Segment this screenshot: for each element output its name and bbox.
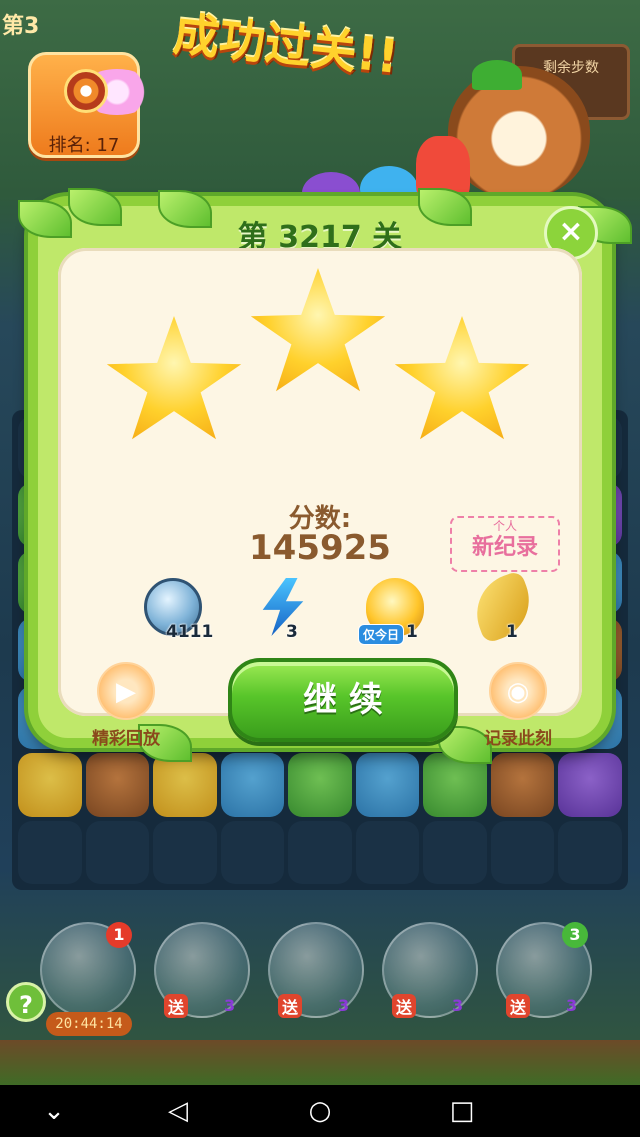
collapse-icon[interactable]: ⌄ [36, 1093, 72, 1129]
board-tile [355, 753, 420, 817]
reward-lightning: 3 [246, 578, 326, 644]
help-button[interactable]: ? [6, 982, 46, 1022]
booster-count-badge: 3 [562, 922, 588, 948]
reward-potion: 仅今日 1 [358, 578, 438, 645]
clover-emblem-icon [64, 69, 108, 113]
back-icon[interactable]: ◁ [160, 1093, 196, 1129]
gift-count: 3 [566, 996, 578, 1015]
star-icon [394, 316, 530, 440]
success-banner: 成功过关!! [170, 6, 402, 84]
reward-count: 3 [286, 622, 298, 642]
continue-button[interactable]: 继 续 [228, 658, 458, 742]
board-tile [85, 753, 150, 817]
board-tile [423, 820, 487, 884]
record-moment-label: 记录此刻 [484, 729, 552, 749]
lightning-icon [262, 578, 304, 636]
star-icon [106, 316, 242, 440]
board-tile [220, 753, 285, 817]
board-tile [153, 820, 217, 884]
level-corner-text: 第3 [2, 14, 40, 39]
gift-tag: 送 [506, 994, 531, 1018]
swap-booster-button[interactable]: 送 3 [154, 922, 250, 1018]
gift-count: 3 [338, 996, 350, 1015]
recents-icon[interactable]: □ [444, 1093, 480, 1129]
gift-count: 3 [452, 996, 464, 1015]
board-tile [153, 753, 217, 817]
result-panel: 分数: 145925 个人 新纪录 4111 3 仅今日 1 1 ▶ 精彩回放 … [58, 248, 582, 749]
board-tile [220, 820, 285, 884]
board-tile [288, 820, 352, 884]
rank-badge[interactable]: 排名: 17 [28, 52, 155, 158]
gift-count: 3 [224, 996, 236, 1015]
board-tile [490, 753, 555, 817]
home-icon[interactable]: ○ [302, 1093, 338, 1129]
rank-label: 排名: 17 [48, 135, 120, 156]
new-record-text: 新纪录 [471, 535, 538, 560]
record-moment-button[interactable]: ◉ 记录此刻 [470, 662, 566, 754]
board-tile [490, 820, 555, 884]
level-complete-dialog: 第 3217 关 × 分数: 145925 个人 新纪录 4111 3 仅今日 … [18, 188, 632, 764]
egg-booster-button[interactable]: 送 3 [268, 922, 364, 1018]
reward-golden-bean: 1 [465, 569, 546, 645]
board-tile [355, 820, 420, 884]
reward-count: 4111 [166, 622, 214, 642]
board-tile [558, 820, 622, 884]
board-tile [18, 753, 82, 817]
mascot-hat-icon [472, 60, 522, 90]
board-tile [288, 753, 352, 817]
booster-count-badge: 1 [106, 922, 132, 948]
board-tile [558, 753, 622, 817]
creature-booster-button[interactable]: 1 [40, 922, 136, 1018]
camera-icon: ◉ [489, 662, 547, 720]
reward-count: 1 [506, 622, 518, 642]
star-icon [250, 268, 386, 392]
gift-tag: 送 [164, 994, 189, 1018]
system-navigation-bar: ⌄ ◁ ○ □ [0, 1085, 640, 1137]
new-record-stamp: 个人 新纪录 [450, 516, 560, 572]
replay-button[interactable]: ▶ 精彩回放 [78, 662, 174, 754]
board-tile [18, 820, 82, 884]
hammer-booster-button[interactable]: 送 3 [382, 922, 478, 1018]
video-camera-icon: ▶ [97, 662, 155, 720]
ground-vines [0, 1040, 640, 1085]
star-wand-booster-button[interactable]: 3 送 3 [496, 922, 592, 1018]
today-only-tag: 仅今日 [358, 624, 405, 645]
gift-tag: 送 [392, 994, 417, 1018]
golden-bean-icon [465, 569, 541, 645]
booster-timer: 20:44:14 [46, 1012, 132, 1036]
new-record-small-text: 个人 [492, 519, 517, 533]
reward-count: 1 [406, 622, 418, 642]
replay-label: 精彩回放 [92, 729, 160, 749]
reward-coin: 4111 [136, 578, 216, 644]
board-tile [85, 820, 150, 884]
gift-tag: 送 [278, 994, 303, 1018]
